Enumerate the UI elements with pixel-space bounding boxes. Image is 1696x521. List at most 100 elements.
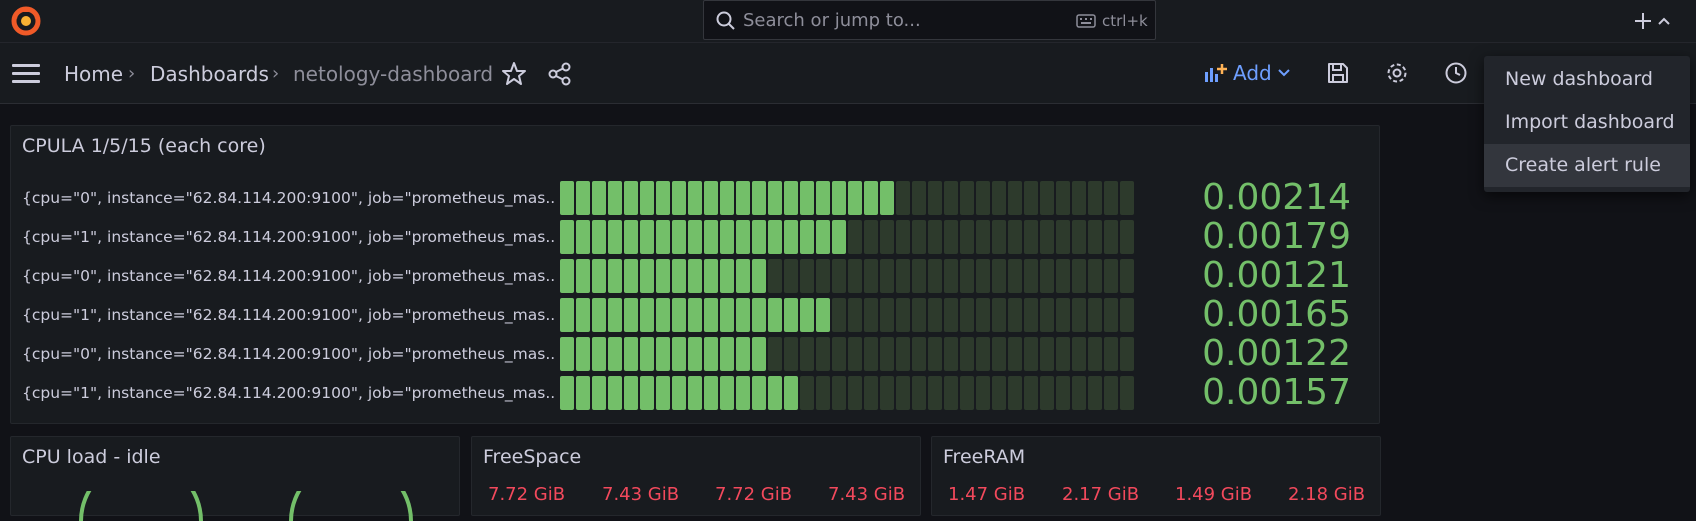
bar-gauge	[560, 376, 1134, 410]
bar-gauge-cell	[560, 376, 574, 410]
bar-gauge-cell	[624, 298, 638, 332]
breadcrumb-separator: ›	[272, 63, 280, 84]
bar-gauge-cell	[832, 181, 846, 215]
bar-gauge-cell	[752, 337, 766, 371]
series-value: 0.00121	[1202, 255, 1351, 296]
bar-gauge-cell	[560, 337, 574, 371]
star-icon[interactable]	[501, 61, 527, 87]
bar-gauge-cell	[880, 337, 894, 371]
panel-cpu-idle[interactable]: CPU load - idle	[10, 436, 460, 521]
new-menu-button[interactable]	[1634, 8, 1678, 34]
bar-gauge-cell	[880, 220, 894, 254]
bar-gauge-cell	[816, 259, 830, 293]
bar-gauge-cell	[608, 181, 622, 215]
bar-gauge-cell	[608, 376, 622, 410]
bar-gauge-cell	[960, 259, 974, 293]
bar-gauge-cell	[672, 220, 686, 254]
bar-gauge-cell	[976, 376, 990, 410]
panel-cpula[interactable]: CPULA 1/5/15 (each core) {cpu="0", insta…	[10, 125, 1380, 424]
dashboard-nav-bar: Home › Dashboards › netology-dashboard A…	[0, 43, 1696, 104]
bar-gauge-cell	[1120, 181, 1134, 215]
bar-gauge-cell	[784, 220, 798, 254]
bar-gauge-cell	[1040, 376, 1054, 410]
menu-icon[interactable]	[12, 64, 40, 84]
stat-value: 1.49 GiB	[1175, 484, 1253, 505]
bar-gauge-cell	[1104, 181, 1118, 215]
bar-gauge	[560, 220, 1134, 254]
bar-gauge-cell	[784, 337, 798, 371]
bar-gauge-cell	[1088, 259, 1102, 293]
menu-item-import-dashboard[interactable]: Import dashboard	[1484, 101, 1690, 144]
bar-gauge-cell	[736, 220, 750, 254]
bar-gauge-cell	[960, 376, 974, 410]
bar-gauge-cell	[688, 298, 702, 332]
bar-gauge-cell	[1040, 298, 1054, 332]
bar-gauge-cell	[736, 259, 750, 293]
bar-gauge-cell	[656, 181, 670, 215]
series-label: {cpu="1", instance="62.84.114.200:9100",…	[22, 228, 556, 246]
bar-gauge-cell	[1056, 298, 1070, 332]
menu-item-create-alert-rule[interactable]: Create alert rule	[1484, 144, 1690, 187]
bar-gauge-cell	[800, 220, 814, 254]
bar-gauge-cell	[752, 259, 766, 293]
series-label: {cpu="0", instance="62.84.114.200:9100",…	[22, 189, 556, 207]
bar-gauge-cell	[640, 298, 654, 332]
bar-gauge	[560, 337, 1134, 371]
bar-gauge-cell	[624, 337, 638, 371]
bar-gauge-cell	[1120, 259, 1134, 293]
bar-gauge-cell	[848, 337, 862, 371]
bar-gauge-cell	[720, 376, 734, 410]
bar-gauge-cell	[608, 259, 622, 293]
bar-gauge-cell	[656, 220, 670, 254]
search-icon	[716, 11, 736, 35]
breadcrumb-dashboards[interactable]: Dashboards	[150, 62, 269, 86]
bar-gauge-cell	[912, 220, 926, 254]
bar-gauge-cell	[768, 259, 782, 293]
bar-gauge-cell	[944, 376, 958, 410]
bar-gauge-cell	[1072, 181, 1086, 215]
bar-gauge-cell	[784, 298, 798, 332]
bar-gauge-cell	[1056, 337, 1070, 371]
keyboard-icon	[1076, 14, 1096, 28]
bar-gauge-cell	[896, 337, 910, 371]
panel-freeram[interactable]: FreeRAM 1.47 GiB 2.17 GiB 1.49 GiB 2.18 …	[931, 436, 1381, 516]
bar-gauge-cell	[576, 376, 590, 410]
panel-title: CPU load - idle	[22, 446, 161, 468]
settings-icon[interactable]	[1385, 61, 1411, 87]
grafana-logo-icon[interactable]	[10, 5, 42, 37]
bar-gauge-cell	[576, 337, 590, 371]
bar-gauge-cell	[1088, 298, 1102, 332]
bar-gauge-cell	[1040, 337, 1054, 371]
bar-gauge-cell	[688, 220, 702, 254]
bar-gauge-cell	[864, 181, 878, 215]
share-icon[interactable]	[547, 61, 573, 87]
bar-gauge-cell	[576, 181, 590, 215]
time-picker-icon[interactable]	[1444, 61, 1470, 87]
panel-freespace[interactable]: FreeSpace 7.72 GiB 7.43 GiB 7.72 GiB 7.4…	[471, 436, 921, 516]
save-icon[interactable]	[1326, 61, 1352, 87]
bar-gauge-cell	[1088, 181, 1102, 215]
bar-gauge-cell	[656, 337, 670, 371]
bar-gauge-cell	[704, 220, 718, 254]
bar-gauge-cell	[800, 376, 814, 410]
bar-gauge-cell	[848, 181, 862, 215]
add-button[interactable]: Add	[1203, 59, 1290, 87]
bar-gauge-cell	[896, 298, 910, 332]
bar-gauge-cell	[1072, 220, 1086, 254]
bar-gauge-cell	[912, 298, 926, 332]
bar-gauge-cell	[1024, 337, 1038, 371]
bar-gauge-cell	[656, 259, 670, 293]
bar-gauge-cell	[1104, 298, 1118, 332]
bar-gauge-cell	[944, 298, 958, 332]
bar-gauge-cell	[768, 298, 782, 332]
bar-gauge-cell	[672, 181, 686, 215]
stat-value: 2.17 GiB	[1062, 484, 1140, 505]
plus-icon	[1635, 13, 1651, 29]
bar-gauge-cell	[640, 376, 654, 410]
menu-item-new-dashboard[interactable]: New dashboard	[1484, 58, 1690, 101]
search-input[interactable]: Search or jump to... ctrl+k	[703, 0, 1156, 40]
bar-gauge-cell	[720, 298, 734, 332]
bar-gauge-cell	[768, 181, 782, 215]
bar-gauge-cell	[1056, 220, 1070, 254]
breadcrumb-home[interactable]: Home	[64, 62, 123, 86]
